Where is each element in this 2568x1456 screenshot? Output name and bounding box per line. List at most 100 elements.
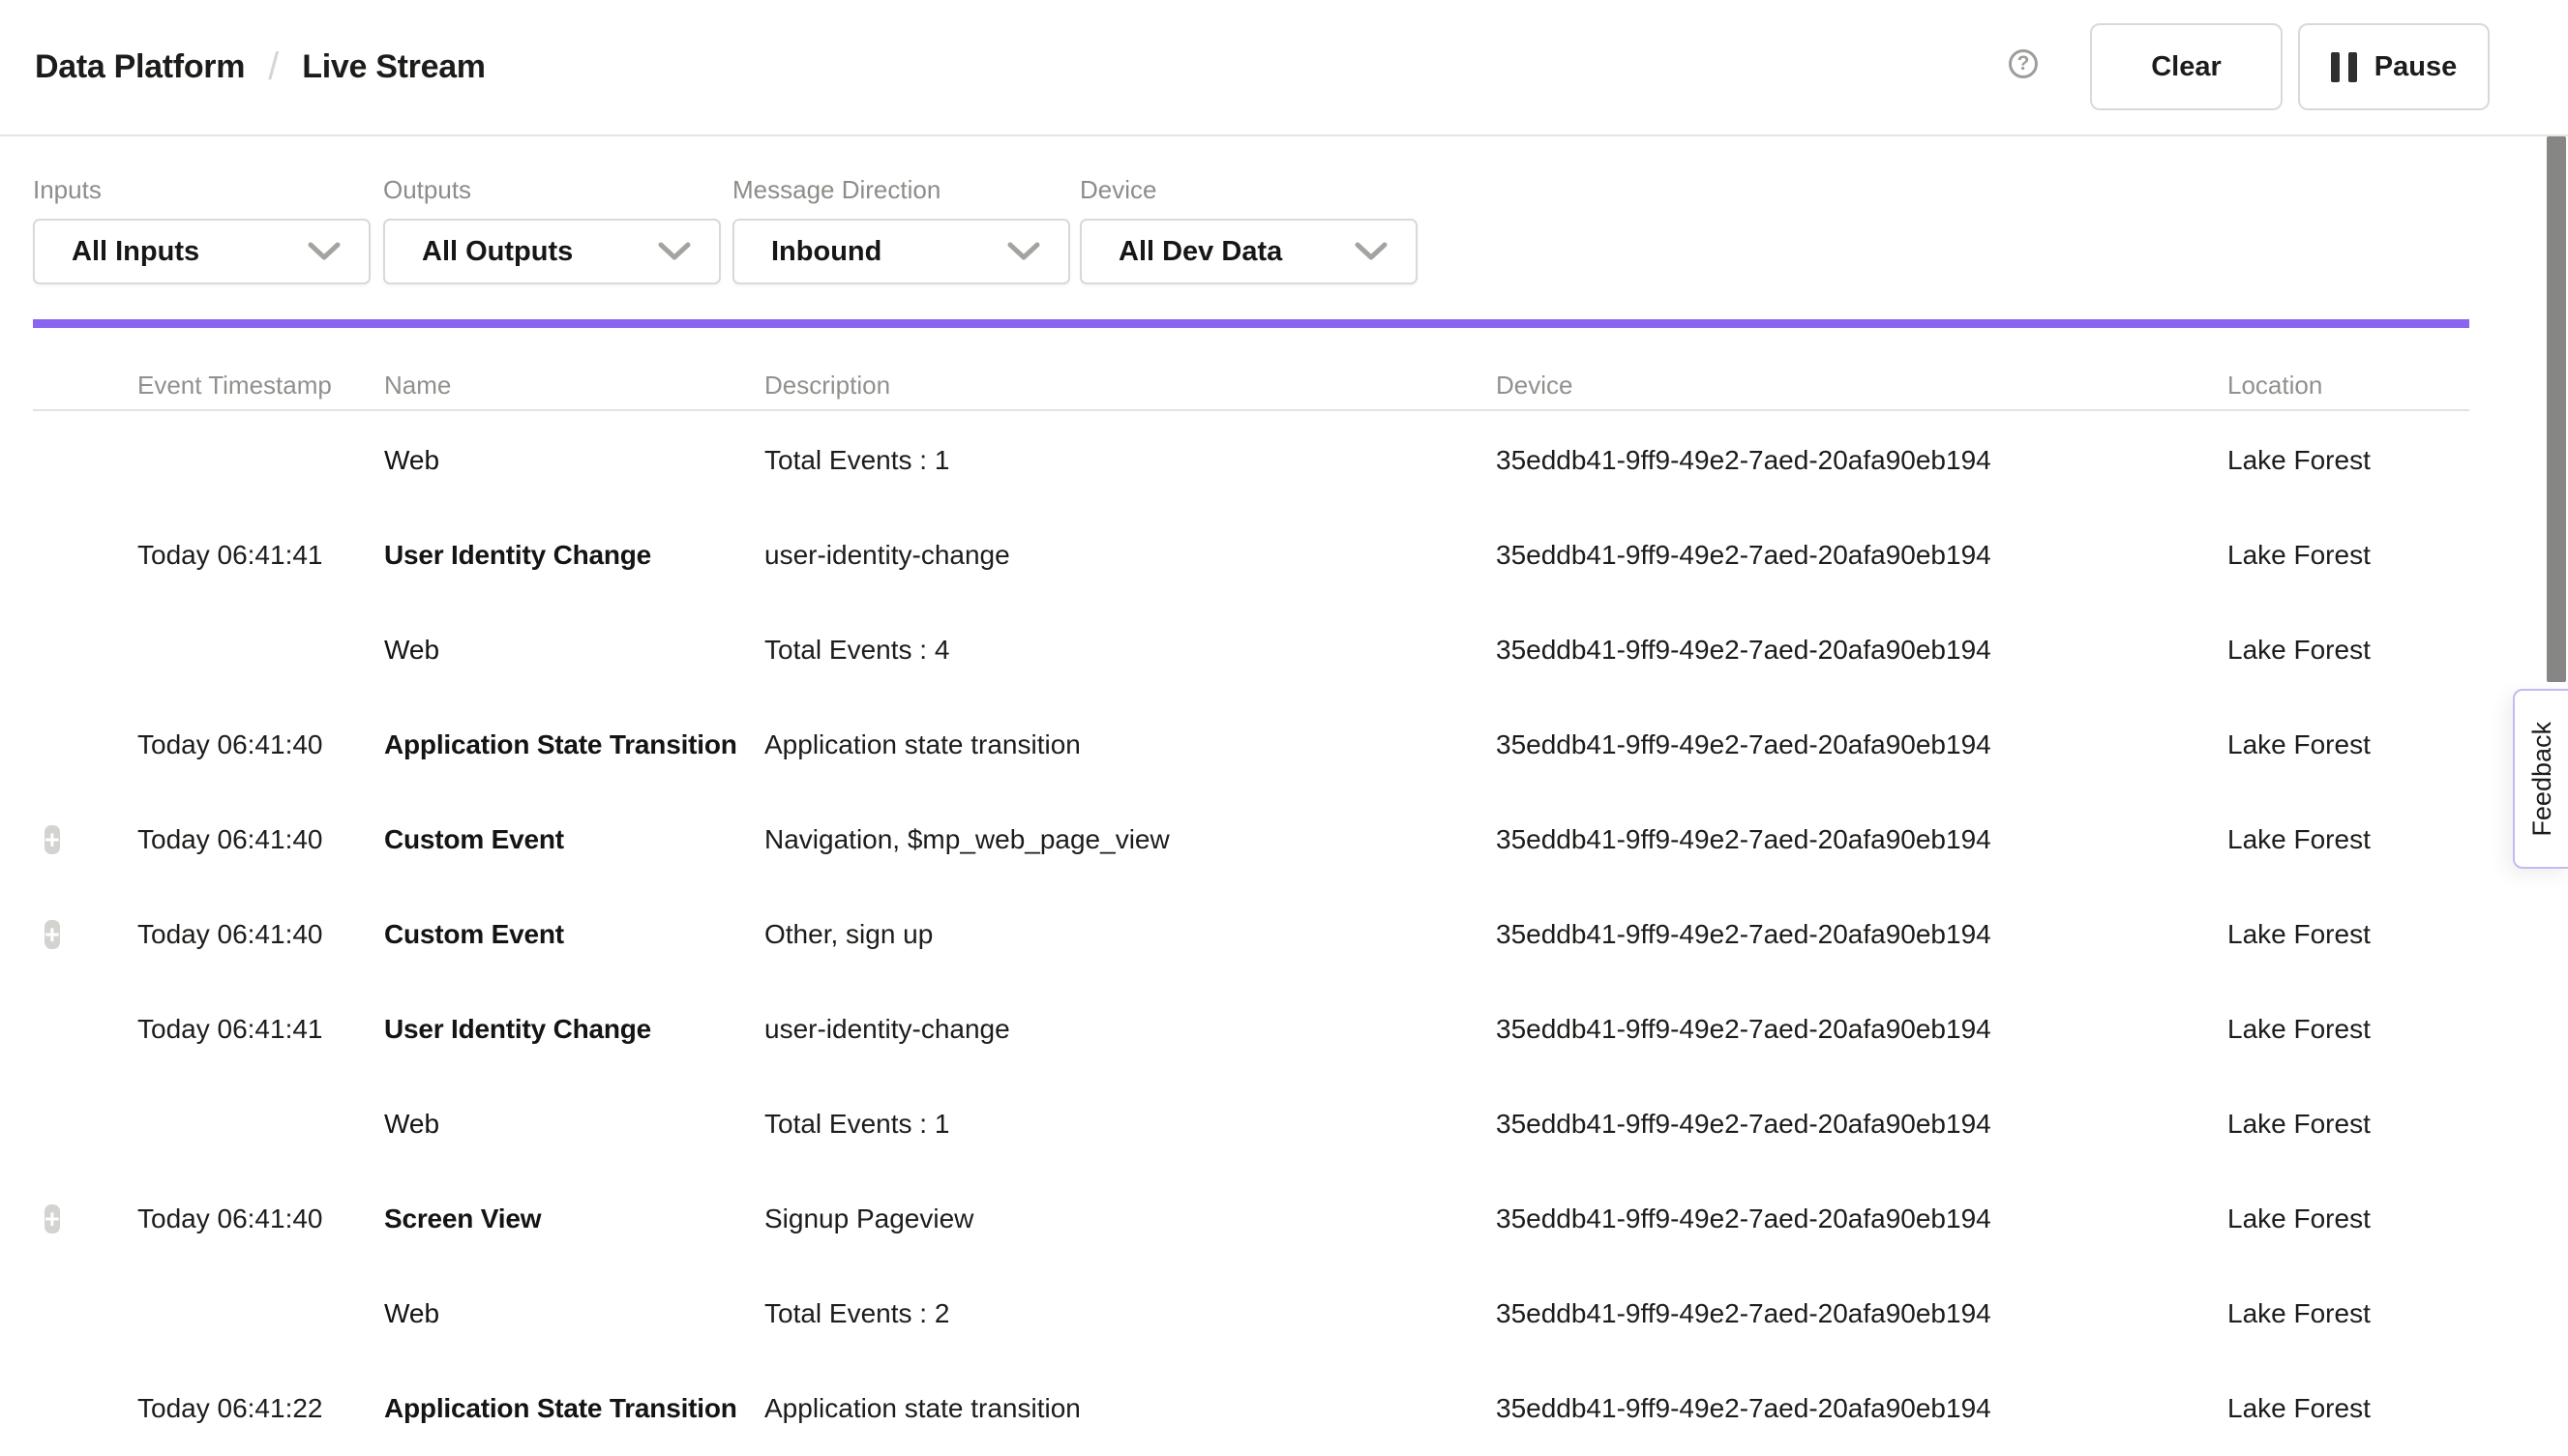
table-row[interactable]: + Today 06:41:40 Custom Event Other, sig… (33, 887, 2469, 982)
event-description: Signup Pageview (764, 1203, 1496, 1234)
table-row[interactable]: + Today 06:41:41 User Identity Change us… (33, 508, 2469, 603)
event-name: Application State Transition (384, 1393, 764, 1424)
top-bar: Data Platform / Live Stream ? Clear Paus… (0, 0, 2568, 136)
table-row[interactable]: + Today 06:41:40 Custom Event Navigation… (33, 792, 2469, 887)
breadcrumb-data-platform[interactable]: Data Platform (35, 48, 245, 86)
event-description: Application state transition (764, 729, 1496, 760)
feedback-tab[interactable]: Feedback (2513, 689, 2568, 869)
column-header-description: Description (764, 371, 1496, 401)
event-description: user-identity-change (764, 540, 1496, 571)
event-location: Lake Forest (2227, 824, 2469, 855)
table-row[interactable]: + Web Total Events : 4 35eddb41-9ff9-49e… (33, 603, 2469, 698)
event-description: Total Events : 1 (764, 1109, 1496, 1140)
event-location: Lake Forest (2227, 445, 2469, 476)
filter-group-device: Device All Dev Data (1080, 175, 1418, 284)
event-timestamp: Today 06:41:40 (137, 1203, 384, 1234)
event-device-id: 35eddb41-9ff9-49e2-7aed-20afa90eb194 (1496, 445, 2227, 476)
event-device-id: 35eddb41-9ff9-49e2-7aed-20afa90eb194 (1496, 1203, 2227, 1234)
event-location: Lake Forest (2227, 540, 2469, 571)
breadcrumb: Data Platform / Live Stream (35, 0, 486, 134)
filter-selected-value: All Inputs (72, 236, 199, 268)
chevron-down-icon (1354, 241, 1389, 262)
event-timestamp: Today 06:41:22 (137, 1393, 384, 1424)
event-name: Web (384, 635, 764, 666)
event-location: Lake Forest (2227, 729, 2469, 760)
event-timestamp: Today 06:41:40 (137, 824, 384, 855)
event-location: Lake Forest (2227, 1298, 2469, 1329)
event-location: Lake Forest (2227, 1203, 2469, 1234)
event-description: Total Events : 1 (764, 445, 1496, 476)
event-name: User Identity Change (384, 540, 764, 571)
event-device-id: 35eddb41-9ff9-49e2-7aed-20afa90eb194 (1496, 540, 2227, 571)
event-location: Lake Forest (2227, 1109, 2469, 1140)
event-name: Application State Transition (384, 729, 764, 760)
filter-dropdown[interactable]: All Outputs (383, 219, 721, 284)
event-description: Navigation, $mp_web_page_view (764, 824, 1496, 855)
filter-selected-value: All Outputs (422, 236, 573, 268)
table-row[interactable]: + Web Total Events : 2 35eddb41-9ff9-49e… (33, 1266, 2469, 1361)
event-device-id: 35eddb41-9ff9-49e2-7aed-20afa90eb194 (1496, 824, 2227, 855)
expand-row-icon[interactable]: + (45, 920, 60, 949)
event-timestamp: Today 06:41:41 (137, 1014, 384, 1045)
event-description: Application state transition (764, 1393, 1496, 1424)
table-header: Event TimestampNameDescriptionDeviceLoca… (33, 362, 2469, 411)
page-title: Live Stream (302, 48, 485, 86)
table-row[interactable]: + Today 06:41:41 User Identity Change us… (33, 982, 2469, 1077)
event-device-id: 35eddb41-9ff9-49e2-7aed-20afa90eb194 (1496, 1109, 2227, 1140)
help-icon[interactable]: ? (2009, 49, 2038, 78)
pause-button[interactable]: Pause (2298, 23, 2490, 110)
event-location: Lake Forest (2227, 1014, 2469, 1045)
event-timestamp: Today 06:41:40 (137, 729, 384, 760)
filter-label: Inputs (33, 175, 371, 205)
event-name: Custom Event (384, 919, 764, 950)
expand-row-icon[interactable]: + (45, 825, 60, 854)
event-device-id: 35eddb41-9ff9-49e2-7aed-20afa90eb194 (1496, 1298, 2227, 1329)
event-name: Web (384, 1109, 764, 1140)
event-description: user-identity-change (764, 1014, 1496, 1045)
clear-button-label: Clear (2151, 51, 2222, 83)
clear-button[interactable]: Clear (2090, 23, 2283, 110)
event-name: Web (384, 445, 764, 476)
table-row[interactable]: + Today 06:41:40 Application State Trans… (33, 698, 2469, 792)
event-device-id: 35eddb41-9ff9-49e2-7aed-20afa90eb194 (1496, 919, 2227, 950)
filter-group-inputs: Inputs All Inputs (33, 175, 371, 284)
pause-button-label: Pause (2374, 51, 2457, 83)
vertical-scrollbar-thumb[interactable] (2547, 136, 2566, 682)
filter-group-message-direction: Message Direction Inbound (732, 175, 1070, 284)
table-row[interactable]: + Today 06:41:40 Screen View Signup Page… (33, 1172, 2469, 1266)
event-device-id: 35eddb41-9ff9-49e2-7aed-20afa90eb194 (1496, 635, 2227, 666)
event-location: Lake Forest (2227, 635, 2469, 666)
breadcrumb-separator: / (268, 45, 279, 89)
chevron-down-icon (657, 241, 692, 262)
table-row[interactable]: + Web Total Events : 1 35eddb41-9ff9-49e… (33, 1077, 2469, 1172)
event-name: Screen View (384, 1203, 764, 1234)
table-row[interactable]: + Today 06:41:22 Application State Trans… (33, 1361, 2469, 1456)
filter-dropdown[interactable]: All Inputs (33, 219, 371, 284)
column-header-device: Device (1496, 371, 2227, 401)
event-device-id: 35eddb41-9ff9-49e2-7aed-20afa90eb194 (1496, 1014, 2227, 1045)
event-name: Web (384, 1298, 764, 1329)
event-timestamp: Today 06:41:41 (137, 540, 384, 571)
event-timestamp: Today 06:41:40 (137, 919, 384, 950)
filter-label: Message Direction (732, 175, 1070, 205)
filter-selected-value: All Dev Data (1119, 236, 1282, 268)
column-header-name: Name (384, 371, 764, 401)
event-device-id: 35eddb41-9ff9-49e2-7aed-20afa90eb194 (1496, 729, 2227, 760)
chevron-down-icon (1006, 241, 1041, 262)
event-location: Lake Forest (2227, 919, 2469, 950)
live-stream-activity-bar (33, 319, 2469, 328)
event-table: + Web Total Events : 1 35eddb41-9ff9-49e… (33, 413, 2469, 1456)
event-description: Total Events : 4 (764, 635, 1496, 666)
filter-dropdown[interactable]: Inbound (732, 219, 1070, 284)
filter-dropdown[interactable]: All Dev Data (1080, 219, 1418, 284)
filter-label: Device (1080, 175, 1418, 205)
filter-selected-value: Inbound (771, 236, 881, 268)
expand-row-icon[interactable]: + (45, 1204, 60, 1233)
pause-icon (2331, 52, 2357, 82)
column-header-location: Location (2227, 371, 2469, 401)
table-row[interactable]: + Web Total Events : 1 35eddb41-9ff9-49e… (33, 413, 2469, 508)
event-device-id: 35eddb41-9ff9-49e2-7aed-20afa90eb194 (1496, 1393, 2227, 1424)
event-name: Custom Event (384, 824, 764, 855)
event-description: Other, sign up (764, 919, 1496, 950)
filter-label: Outputs (383, 175, 721, 205)
